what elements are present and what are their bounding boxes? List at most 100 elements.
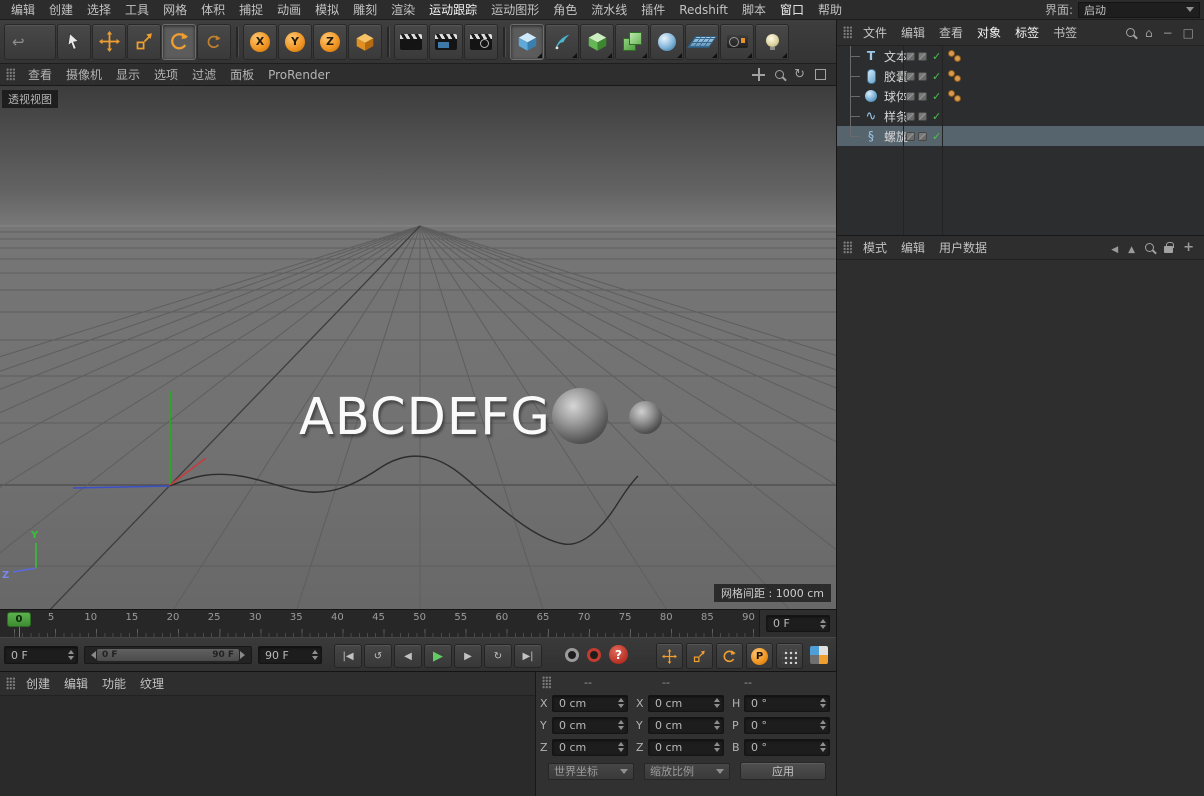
menu-item[interactable]: 模拟 bbox=[308, 0, 346, 20]
add-cube-button[interactable] bbox=[510, 24, 544, 60]
rotate-tool-button[interactable] bbox=[162, 24, 196, 60]
visibility-dots-icon[interactable] bbox=[948, 50, 961, 63]
object-name[interactable]: 样条 bbox=[884, 108, 908, 125]
object-name[interactable]: 文本 bbox=[884, 48, 908, 65]
menu-item[interactable]: 创建 bbox=[42, 0, 80, 20]
transport-button[interactable]: ▶ bbox=[424, 644, 452, 668]
range-bar[interactable]: 0 F 90 F bbox=[97, 649, 239, 661]
enabled-check-icon[interactable] bbox=[932, 49, 941, 63]
menu-item[interactable]: 渲染 bbox=[384, 0, 422, 20]
menu-item[interactable]: 流水线 bbox=[584, 0, 634, 20]
menu-item[interactable]: 工具 bbox=[118, 0, 156, 20]
menu-item[interactable]: 运动图形 bbox=[484, 0, 546, 20]
transport-button[interactable]: ▶| bbox=[514, 644, 542, 668]
panel-icon[interactable] bbox=[1183, 26, 1194, 40]
key-parameter-button[interactable]: P bbox=[746, 643, 773, 669]
menu-item[interactable]: 摄像机 bbox=[59, 64, 109, 86]
render-visibility-toggle[interactable] bbox=[918, 112, 927, 121]
light-button[interactable] bbox=[755, 24, 789, 60]
apply-button[interactable]: 应用 bbox=[740, 762, 826, 780]
menu-item[interactable]: 选项 bbox=[147, 64, 185, 86]
live-selection-button[interactable] bbox=[57, 24, 91, 60]
object-row[interactable]: 球体 bbox=[837, 86, 1204, 106]
menu-item[interactable]: 窗口 bbox=[773, 0, 811, 20]
editor-visibility-toggle[interactable] bbox=[906, 52, 915, 61]
subdivision-surface-button[interactable] bbox=[580, 24, 614, 60]
key-rotation-button[interactable] bbox=[716, 643, 743, 669]
menu-item[interactable]: 查看 bbox=[932, 21, 970, 45]
menu-item[interactable]: 功能 bbox=[95, 672, 133, 696]
modeling-objects-button[interactable] bbox=[615, 24, 649, 60]
home-icon[interactable] bbox=[1145, 26, 1153, 40]
object-name[interactable]: 螺旋 bbox=[884, 128, 908, 145]
menu-item[interactable]: 插件 bbox=[634, 0, 672, 20]
pan-view-icon[interactable] bbox=[752, 68, 765, 81]
transport-button[interactable]: ◀ bbox=[394, 644, 422, 668]
spinner[interactable] bbox=[613, 698, 624, 708]
attribute-body[interactable] bbox=[837, 260, 1204, 796]
keyframe-selection-button[interactable] bbox=[810, 646, 828, 664]
transport-button[interactable]: ▶ bbox=[454, 644, 482, 668]
menu-item[interactable]: 过滤 bbox=[185, 64, 223, 86]
coordinate-system-dropdown[interactable]: 世界坐标 bbox=[548, 763, 634, 780]
key-position-button[interactable] bbox=[656, 643, 683, 669]
lock-y-axis-button[interactable]: Y bbox=[278, 24, 312, 60]
spinner[interactable] bbox=[815, 619, 826, 629]
undo-button[interactable] bbox=[4, 24, 56, 60]
size-field[interactable]: 0 cm bbox=[648, 717, 724, 734]
move-tool-button[interactable] bbox=[92, 24, 126, 60]
editor-visibility-toggle[interactable] bbox=[906, 72, 915, 81]
render-view-button[interactable] bbox=[394, 24, 428, 60]
visibility-dots-icon[interactable] bbox=[948, 90, 961, 103]
perspective-viewport[interactable]: Y Z 透视视图 ABCDEFG 网格间距 : 1000 cm bbox=[0, 86, 836, 609]
menu-item[interactable]: 显示 bbox=[109, 64, 147, 86]
keyframe-help-button[interactable]: ? bbox=[609, 645, 628, 664]
coordinate-system-button[interactable] bbox=[348, 24, 382, 60]
ruler-frame-field[interactable]: 0 F bbox=[766, 615, 830, 632]
menu-item[interactable]: 文件 bbox=[856, 21, 894, 45]
menu-item[interactable]: 查看 bbox=[21, 64, 59, 86]
record-keyframe-button[interactable] bbox=[565, 648, 579, 662]
editor-visibility-toggle[interactable] bbox=[906, 92, 915, 101]
camera-button[interactable] bbox=[720, 24, 754, 60]
scale-mode-dropdown[interactable]: 缩放比例 bbox=[644, 763, 730, 780]
spinner[interactable] bbox=[815, 720, 826, 730]
menu-item[interactable]: ProRender bbox=[261, 64, 337, 86]
object-name[interactable]: 胶囊 bbox=[884, 68, 908, 85]
text-3d-object[interactable]: ABCDEFG bbox=[299, 392, 551, 443]
menu-item[interactable]: 编辑 bbox=[57, 672, 95, 696]
render-visibility-toggle[interactable] bbox=[918, 92, 927, 101]
enabled-check-icon[interactable] bbox=[932, 69, 941, 83]
transport-button[interactable]: |◀ bbox=[334, 644, 362, 668]
timeline-scrub-area[interactable]: 51015202530354045505560657075808590 0 bbox=[0, 610, 760, 638]
menu-item[interactable]: 角色 bbox=[546, 0, 584, 20]
menu-item[interactable]: 标签 bbox=[1008, 21, 1046, 45]
spinner[interactable] bbox=[709, 698, 720, 708]
spinner[interactable] bbox=[815, 698, 826, 708]
rotate-view-icon[interactable] bbox=[794, 67, 805, 82]
menu-item[interactable]: 雕刻 bbox=[346, 0, 384, 20]
menu-item[interactable]: 网格 bbox=[156, 0, 194, 20]
render-visibility-toggle[interactable] bbox=[918, 132, 927, 141]
visibility-dots-icon[interactable] bbox=[948, 70, 961, 83]
preview-range-slider[interactable]: 0 F 90 F bbox=[84, 646, 252, 664]
object-row[interactable]: 文本 bbox=[837, 46, 1204, 66]
transport-button[interactable]: ↺ bbox=[364, 644, 392, 668]
render-settings-button[interactable] bbox=[464, 24, 498, 60]
spline-pen-button[interactable] bbox=[545, 24, 579, 60]
menu-item[interactable]: 编辑 bbox=[894, 236, 932, 260]
transport-button[interactable]: ↻ bbox=[484, 644, 512, 668]
render-picture-viewer-button[interactable] bbox=[429, 24, 463, 60]
sphere-object-small[interactable] bbox=[629, 401, 662, 434]
spinner[interactable] bbox=[613, 720, 624, 730]
add-icon[interactable] bbox=[1183, 240, 1194, 255]
sphere-object-large[interactable] bbox=[552, 388, 608, 444]
material-list-area[interactable] bbox=[0, 696, 535, 796]
rotation-field[interactable]: 0 ° bbox=[744, 739, 830, 756]
last-tool-button[interactable] bbox=[197, 24, 231, 60]
object-tree[interactable]: 文本 胶囊 bbox=[837, 46, 1204, 235]
enabled-check-icon[interactable] bbox=[932, 129, 941, 143]
render-visibility-toggle[interactable] bbox=[918, 72, 927, 81]
autokey-button[interactable] bbox=[587, 648, 601, 662]
object-row[interactable]: 样条 bbox=[837, 106, 1204, 126]
